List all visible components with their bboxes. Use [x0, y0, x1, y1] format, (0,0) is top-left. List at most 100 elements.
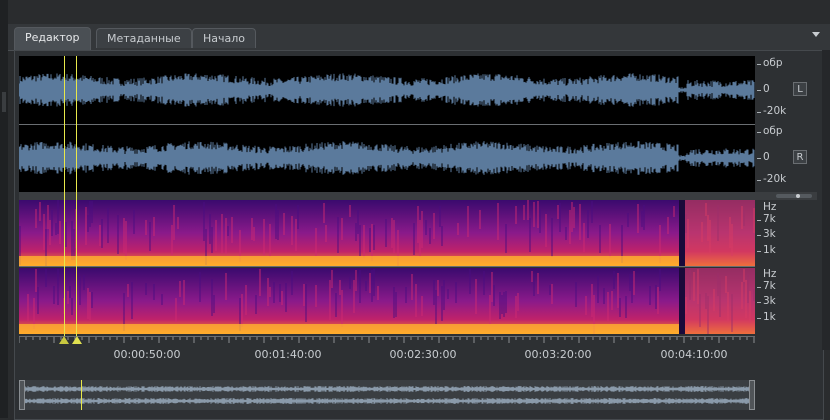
spectrogram-streak — [393, 220, 395, 253]
spectrogram-streak — [447, 289, 449, 299]
spectrogram-streak — [325, 225, 327, 242]
spectrogram-streak — [203, 202, 205, 241]
spectrogram-streak — [173, 205, 175, 240]
playback-marker[interactable] — [72, 336, 82, 344]
spectrogram-low-band — [19, 256, 679, 266]
spectrogram-streak — [335, 293, 337, 317]
spectrogram-streak — [283, 213, 285, 235]
spectrogram-streak — [315, 285, 317, 307]
spectrogram-streak — [609, 224, 611, 258]
spectrogram-streak — [467, 206, 469, 237]
spec-right-label-hz: Hz — [763, 268, 777, 280]
separator-handle[interactable] — [776, 194, 812, 198]
timeline-label: 00:04:10:00 — [660, 348, 728, 361]
spectrogram-left[interactable] — [19, 200, 755, 266]
spectrogram-streak — [523, 205, 525, 220]
spectrogram-streak — [435, 290, 437, 324]
right-scrollbar[interactable] — [822, 50, 830, 350]
spectrogram-streak — [441, 286, 443, 321]
spectrogram-streak — [211, 279, 213, 316]
spectrogram-streak — [87, 288, 89, 319]
waveform-left-axis: обр 0 -20k L — [757, 56, 817, 124]
spectrogram-gap — [679, 200, 685, 266]
spectrogram-streak — [579, 204, 581, 240]
spectrogram-streak — [175, 298, 177, 322]
spectrogram-streak — [501, 295, 503, 314]
spectrogram-streak — [259, 269, 261, 296]
wave-left-label-top: обр — [763, 57, 783, 69]
spectrogram-streak — [59, 221, 61, 244]
spectrogram-streak — [145, 283, 147, 295]
spectrogram-streak — [441, 226, 443, 246]
spectrogram-streak — [341, 218, 343, 240]
spectrogram-streak — [183, 280, 185, 305]
spectrogram-streak — [359, 225, 361, 256]
tab-editor[interactable]: Редактор — [14, 27, 91, 50]
spectrogram-streak — [505, 224, 507, 253]
spectrogram-streak — [533, 202, 535, 227]
timeline-ruler[interactable]: 00:00:50:00 00:01:40:00 00:02:30:00 00:0… — [19, 336, 755, 373]
spectrogram-streak — [557, 205, 559, 219]
spectrogram-streak — [369, 228, 371, 252]
spectrogram-streak — [231, 217, 233, 243]
spectrogram-streak — [545, 214, 547, 247]
spectrogram-streak — [65, 222, 67, 247]
spectrogram-streak — [627, 213, 629, 227]
overview-bar[interactable] — [19, 380, 755, 410]
tab-metadata[interactable]: Метаданные — [96, 28, 192, 48]
overview-left-handle[interactable] — [19, 380, 25, 410]
spectrogram-divider — [19, 266, 755, 267]
channel-left-button[interactable]: L — [793, 82, 807, 96]
spectrogram-streak — [455, 282, 457, 303]
spectrogram-streak — [433, 280, 435, 305]
spectrogram-streak — [549, 285, 551, 295]
spectrogram-streak — [443, 280, 445, 310]
overview-cursor-line — [81, 380, 82, 410]
spec-left-label-hz: Hz — [763, 201, 777, 213]
view-separator[interactable] — [19, 192, 817, 200]
spectrogram-streak — [469, 269, 471, 294]
overview-right-handle[interactable] — [749, 380, 755, 410]
spectrogram-gap — [679, 268, 685, 334]
spectrogram-streak — [391, 218, 393, 248]
spectrogram-streak — [131, 282, 133, 319]
spectrogram-streak — [433, 213, 435, 239]
spectrogram-right[interactable] — [19, 268, 755, 334]
spectrogram-streak — [225, 218, 227, 254]
spectrogram-streak — [281, 291, 283, 305]
spectrogram-streak — [49, 220, 51, 245]
spectrogram-streak — [437, 280, 439, 296]
spectrogram-streak — [503, 292, 505, 317]
spectrogram-streak — [99, 225, 101, 246]
tab-start[interactable]: Начало — [192, 28, 257, 48]
spectrogram-streak — [269, 287, 271, 297]
playback-cursor-line[interactable] — [76, 56, 77, 336]
spectrogram-streak — [363, 225, 365, 258]
spectrogram-streak — [657, 287, 659, 314]
spectrogram-streak — [569, 210, 571, 244]
wave-left-label-bottom: -20k — [763, 105, 787, 117]
spectrogram-streak — [37, 287, 39, 314]
spectrogram-streak — [515, 296, 517, 318]
spectrogram-streak — [655, 285, 657, 309]
spectrogram-streak — [85, 207, 87, 245]
spectrogram-streak — [637, 204, 639, 233]
spectrogram-streak — [245, 285, 247, 315]
channel-right-button[interactable]: R — [793, 150, 807, 164]
spectrogram-streak — [263, 219, 265, 255]
spectrogram-streak — [89, 292, 91, 320]
spectrogram-streak — [599, 225, 601, 253]
spectrogram-streak — [357, 210, 359, 234]
spectrogram-streak — [177, 217, 179, 229]
spectrogram-streak — [393, 287, 395, 318]
spectrogram-streak — [659, 269, 661, 291]
spectrogram-left-axis: Hz 7k 3k 1k — [757, 200, 817, 266]
spectrogram-streak — [107, 208, 109, 243]
tab-menu-chevron-down-icon[interactable] — [812, 32, 820, 37]
spectrogram-streak — [57, 200, 59, 234]
selection-start-marker[interactable] — [59, 336, 69, 344]
spectrogram-streak — [551, 218, 553, 257]
selection-start-line[interactable] — [64, 56, 65, 336]
spectrogram-streak — [101, 219, 103, 248]
spectrogram-streak — [295, 219, 297, 251]
